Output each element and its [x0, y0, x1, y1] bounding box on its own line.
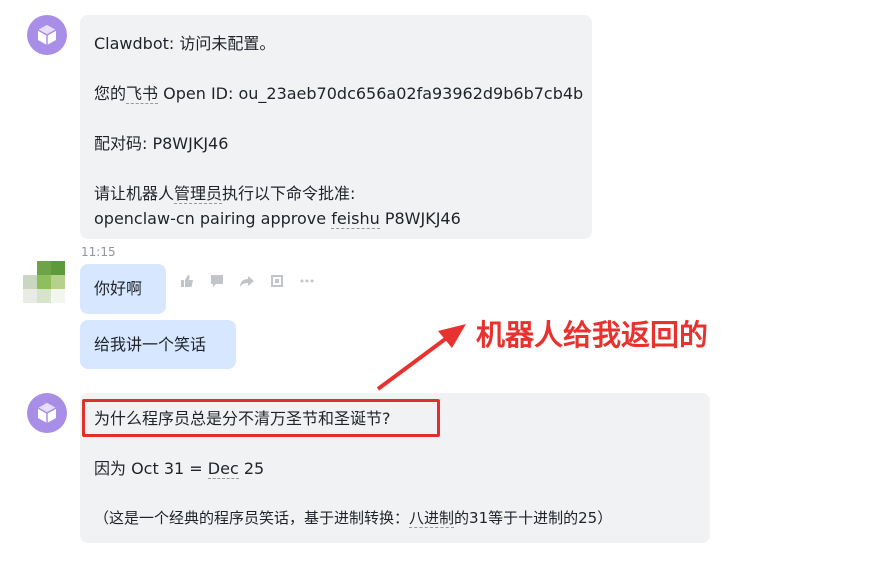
octal-link[interactable]: 八进制 — [409, 509, 455, 528]
message-line: Clawdbot: 访问未配置。 — [94, 34, 276, 53]
text-span: 执行以下命令批准: — [222, 184, 356, 203]
comment-icon[interactable] — [204, 268, 230, 294]
text-span: openclaw-cn pairing approve — [94, 209, 332, 228]
admin-link[interactable]: 管理员 — [174, 184, 223, 204]
bot-message-bubble[interactable]: Clawdbot: 访问未配置。 您的飞书 Open ID: ou_23aeb7… — [80, 15, 592, 239]
annotation-label: 机器人给我返回的 — [476, 318, 709, 352]
message-text: 你好啊 — [94, 279, 143, 298]
text-span: 因为 Oct 31 = — [94, 459, 208, 478]
message-line: 配对码: P8WJKJ46 — [94, 134, 229, 153]
message-line: 因为 Oct 31 = Dec 25 — [94, 456, 696, 481]
text-span: 的31等于十进制的25） — [454, 509, 613, 527]
user-message-bubble[interactable]: 你好啊 — [80, 264, 166, 314]
cube-icon — [37, 403, 57, 423]
text-span: 请让机器人 — [94, 184, 175, 203]
message-text: 给我讲一个笑话 — [94, 335, 207, 354]
text-span: Open ID: ou_23aeb70dc656a02fa93962d9b6b7… — [158, 84, 584, 103]
feishu-link[interactable]: 飞书 — [126, 84, 159, 104]
thumbs-up-icon[interactable] — [174, 268, 200, 294]
feishu-link[interactable]: feishu — [331, 209, 380, 229]
text-span: （这是一个经典的程序员笑话，基于进制转换： — [94, 509, 410, 527]
highlight-box — [82, 399, 440, 437]
user-avatar[interactable] — [23, 261, 65, 303]
message-line: 请让机器人管理员执行以下命令批准: — [94, 181, 578, 206]
cube-icon — [37, 25, 57, 45]
message-action-toolbar — [174, 266, 320, 296]
message-line: openclaw-cn pairing approve feishu P8WJK… — [94, 206, 578, 231]
text-span: 您的 — [94, 84, 127, 103]
bot-avatar[interactable] — [27, 15, 67, 55]
message-timestamp: 11:15 — [81, 245, 116, 259]
dec-link[interactable]: Dec — [207, 459, 239, 479]
message-line: （这是一个经典的程序员笑话，基于进制转换：八进制的31等于十进制的25） — [94, 506, 696, 531]
quote-icon[interactable] — [264, 268, 290, 294]
text-span: 25 — [238, 459, 265, 478]
message-line: 您的飞书 Open ID: ou_23aeb70dc656a02fa93962d… — [94, 81, 583, 106]
text-span: P8WJKJ46 — [379, 209, 461, 228]
more-icon[interactable] — [294, 268, 320, 294]
forward-icon[interactable] — [234, 268, 260, 294]
bot-avatar[interactable] — [27, 393, 67, 433]
user-message-bubble[interactable]: 给我讲一个笑话 — [80, 320, 236, 369]
